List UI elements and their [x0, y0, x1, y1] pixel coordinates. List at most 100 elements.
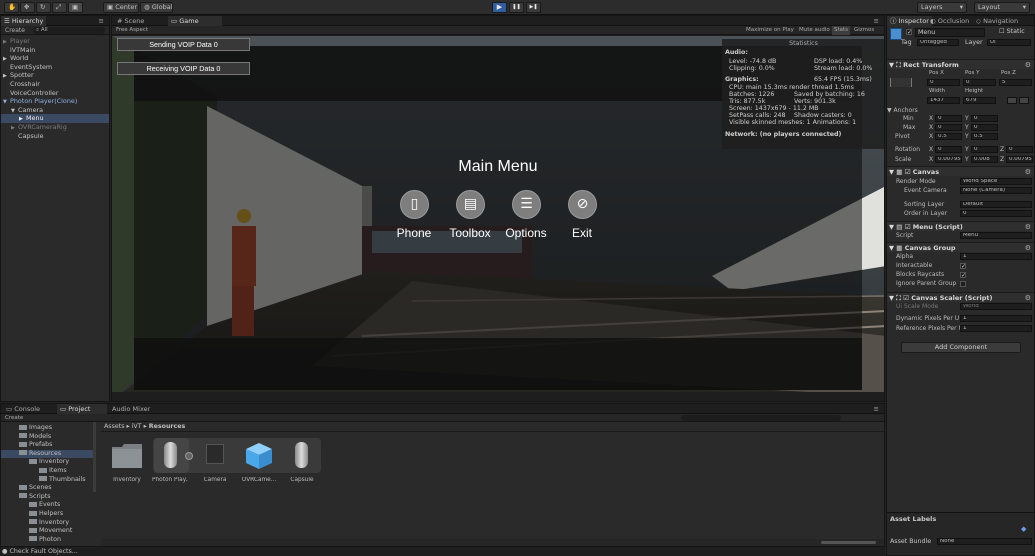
rotation-y-field[interactable]: 0 — [971, 146, 998, 153]
rect-transform-header[interactable]: ▼ ⛶ Rect Transform ⚙ — [887, 59, 1034, 69]
event-camera-field[interactable]: None (Camera) — [960, 187, 1032, 194]
dynamic-pixels-field[interactable]: 1 — [960, 315, 1032, 322]
menu-item-label[interactable]: Phone — [384, 226, 444, 240]
panel-menu-icon[interactable]: ≡ — [871, 404, 882, 414]
project-folder-item[interactable]: Movement — [29, 527, 99, 536]
scale-y-field[interactable]: 0.008 — [971, 156, 998, 163]
asset-label[interactable]: Capsule — [284, 477, 320, 483]
project-folder-item[interactable]: Images — [19, 424, 99, 433]
project-folder-item[interactable]: Resources — [1, 449, 93, 459]
foldout-arrow-icon[interactable]: ▶ — [19, 115, 26, 123]
tab-inspector[interactable]: ⓘ Inspector — [887, 16, 932, 26]
cube-icon[interactable] — [244, 441, 274, 471]
tab-audio-mixer[interactable]: Audio Mixer — [109, 404, 153, 414]
menu-options-button[interactable]: ☰ — [512, 190, 541, 219]
pivot-y-field[interactable]: 0.5 — [971, 133, 998, 140]
pause-button[interactable]: ❚❚ — [509, 2, 524, 13]
hierarchy-item[interactable]: ▶ Spotter — [1, 71, 109, 80]
pos-x-field[interactable]: 0 — [927, 79, 960, 86]
anchor-min-y-field[interactable]: 0 — [971, 115, 998, 122]
hierarchy-item[interactable]: ▼ Camera — [1, 106, 109, 115]
gizmos-dropdown[interactable]: Gizmos — [854, 26, 874, 35]
order-field[interactable]: 0 — [960, 210, 1032, 217]
project-folder-item[interactable]: Inventory — [29, 519, 99, 528]
anchor-presets-button[interactable] — [890, 78, 912, 87]
rect-tool-icon[interactable]: ▣ — [68, 2, 83, 13]
enabled-check-icon[interactable]: ☑ — [905, 223, 911, 231]
add-component-button[interactable]: Add Component — [901, 342, 1021, 353]
width-field[interactable]: 1437 — [927, 97, 960, 104]
tab-game[interactable]: ▭ Game — [168, 16, 222, 26]
project-folder-item[interactable]: Helpers — [29, 510, 99, 519]
asset-label[interactable]: Inventory — [109, 477, 145, 483]
pivot-toggle[interactable]: ▣ Center — [103, 2, 139, 13]
anchor-min-x-field[interactable]: 0 — [935, 115, 962, 122]
camera-asset-icon[interactable] — [206, 444, 224, 464]
breadcrumb-item[interactable]: iVT — [132, 423, 142, 430]
tab-occlusion[interactable]: ◐ Occlusion — [927, 16, 972, 26]
menu-item-label[interactable]: Toolbox — [440, 226, 500, 240]
scale-x-field[interactable]: 0.00795 — [935, 156, 962, 163]
render-mode-dropdown[interactable]: World Space — [960, 178, 1032, 185]
tab-hierarchy[interactable]: ☰ Hierarchy — [1, 16, 47, 26]
tag-dropdown[interactable]: Untagged — [917, 39, 959, 46]
tree-scrollbar[interactable] — [93, 422, 96, 492]
height-field[interactable]: 679 — [963, 97, 996, 104]
menu-item-label[interactable]: Options — [496, 226, 556, 240]
icon-size-slider[interactable] — [821, 541, 876, 544]
breadcrumb-item[interactable]: Assets — [104, 423, 125, 430]
project-folder-item[interactable]: Events — [29, 501, 99, 510]
menu-script-header[interactable]: ▼ ▤ ☑ Menu (Script) ⚙ — [887, 221, 1034, 231]
project-folder-item[interactable]: Scripts — [19, 493, 99, 502]
hierarchy-item[interactable]: ▶ OVRCameraRig — [1, 123, 109, 132]
asset-label[interactable]: OVRCame... — [241, 477, 277, 483]
raw-edit-toggle[interactable] — [1019, 97, 1029, 104]
menu-phone-button[interactable]: ▯ — [400, 190, 429, 219]
anchor-max-y-field[interactable]: 0 — [971, 124, 998, 131]
step-button[interactable]: ▶❚ — [526, 2, 541, 13]
pos-y-field[interactable]: 0 — [963, 79, 996, 86]
tag-icon[interactable]: ◆ — [1021, 525, 1026, 533]
asset-label[interactable]: Camera — [197, 477, 233, 483]
move-tool-icon[interactable]: ✥ — [20, 2, 35, 13]
canvas-group-header[interactable]: ▼ ▦ Canvas Group ⚙ — [887, 242, 1034, 252]
foldout-arrow-icon[interactable]: ▶ — [3, 38, 10, 46]
enabled-check-icon[interactable]: ☑ — [905, 168, 911, 176]
folder-icon[interactable] — [111, 441, 143, 469]
interactable-checkbox[interactable]: ✓ — [960, 262, 966, 269]
tab-console[interactable]: ▭ Console — [3, 404, 43, 414]
create-dropdown[interactable]: Create — [5, 26, 25, 35]
hierarchy-item[interactable]: Crosshair — [1, 80, 109, 89]
rotation-x-field[interactable]: 0 — [935, 146, 962, 153]
maximize-on-play-toggle[interactable]: Maximize on Play — [746, 26, 794, 35]
hierarchy-item[interactable]: EventSystem — [1, 63, 109, 72]
scale-tool-icon[interactable]: ⤢ — [52, 2, 67, 13]
hierarchy-item[interactable]: ▶ Player — [1, 37, 109, 46]
breadcrumb-item[interactable]: Resources — [149, 423, 186, 430]
game-view[interactable]: Main Menu ▯ Phone ▤ Toolbox ☰ Options ⊘ Exit Se… — [112, 36, 884, 401]
static-toggle[interactable]: ☐ Static — [999, 28, 1025, 35]
mute-audio-toggle[interactable]: Mute audio — [799, 26, 830, 35]
hierarchy-item[interactable]: ▼ Photon Player(Clone) — [1, 97, 109, 106]
hierarchy-search-input[interactable]: ⌕ All — [33, 27, 105, 34]
hierarchy-item[interactable]: ▶ Menu — [1, 114, 109, 123]
ignore-parent-checkbox[interactable] — [960, 280, 966, 287]
foldout-arrow-icon[interactable]: ▶ — [11, 124, 18, 132]
play-button[interactable]: ▶ — [492, 2, 507, 13]
pos-z-field[interactable]: 5 — [999, 79, 1032, 86]
active-checkbox[interactable]: ✓ — [906, 29, 912, 36]
project-folder-item[interactable]: Inventory — [29, 458, 99, 467]
hierarchy-item[interactable]: iVTMain — [1, 46, 109, 55]
menu-exit-button[interactable]: ⊘ — [568, 190, 597, 219]
alpha-field[interactable]: 1 — [960, 253, 1032, 260]
foldout-arrow-icon[interactable]: ▶ — [3, 55, 10, 63]
reference-pixels-field[interactable]: 1 — [960, 325, 1032, 332]
project-folder-item[interactable]: Items — [39, 467, 99, 476]
project-folder-item[interactable]: Scenes — [19, 484, 99, 493]
menu-toolbox-button[interactable]: ▤ — [456, 190, 485, 219]
asset-label[interactable]: Photon Play... — [152, 477, 188, 483]
panel-menu-icon[interactable]: ≡ — [871, 16, 882, 26]
capsule-icon[interactable] — [295, 442, 308, 468]
foldout-arrow-icon[interactable]: ▼ — [11, 107, 18, 115]
hierarchy-item[interactable]: ▶ World — [1, 54, 109, 63]
